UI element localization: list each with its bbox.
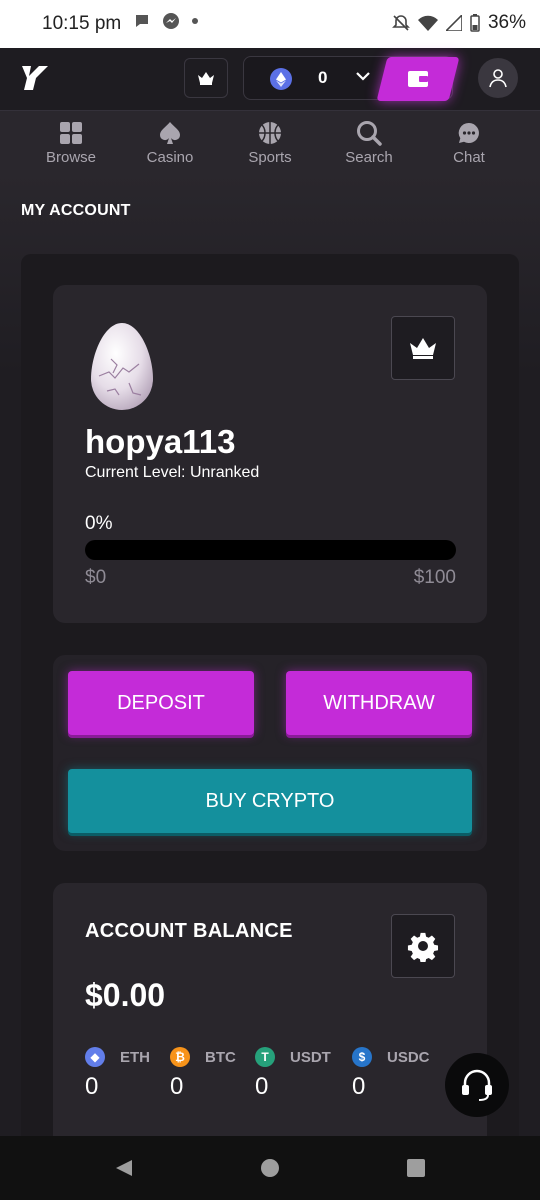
wallet-amount: 0 (318, 68, 328, 87)
wallet-icon (408, 71, 428, 87)
balance-settings-button[interactable] (391, 914, 455, 978)
recents-icon[interactable] (406, 1158, 426, 1178)
support-chat-button[interactable] (445, 1053, 509, 1117)
notification-icons (134, 12, 198, 30)
coin-amount: 0 (170, 1073, 184, 1100)
system-nav-bar (0, 1136, 540, 1200)
chat-bubble-icon (136, 15, 148, 27)
search-icon (357, 121, 382, 146)
gear-icon (407, 932, 439, 962)
current-level: Current Level: Unranked (85, 464, 260, 481)
vip-button[interactable] (184, 58, 228, 98)
nav-sports-label: Sports (248, 149, 292, 166)
messenger-icon (163, 13, 179, 29)
wallet-button[interactable] (376, 57, 460, 101)
coin-amount: 0 (85, 1073, 99, 1100)
user-icon (489, 69, 507, 88)
eth-icon (270, 68, 292, 90)
nav-browse-label: Browse (45, 149, 97, 166)
usdc-icon: $ (352, 1047, 372, 1067)
battery-icon (470, 14, 480, 32)
coin-usdc: $ USDC 0 (352, 1047, 430, 1101)
coin-symbol: USDT (290, 1048, 331, 1066)
coin-symbol: BTC (205, 1048, 236, 1066)
coin-btc: ₿ BTC 0 (170, 1047, 236, 1101)
profile-button[interactable] (478, 58, 518, 98)
actions-card: DEPOSIT WITHDRAW BUY CRYPTO (53, 655, 487, 851)
main-nav: Browse Casino Sports Search Chat (0, 110, 540, 174)
nav-casino-label: Casino (146, 149, 194, 166)
coin-amount: 0 (255, 1073, 269, 1100)
nav-chat-label: Chat (453, 149, 485, 166)
status-bar: 10:15 pm 36% (0, 0, 540, 48)
chevron-down-icon (356, 72, 370, 81)
page-title: MY ACCOUNT (21, 202, 131, 219)
status-right: 36% (392, 12, 526, 34)
chat-icon (458, 122, 479, 143)
usdt-icon: T (255, 1047, 275, 1067)
buy-crypto-button[interactable]: BUY CRYPTO (68, 769, 472, 833)
headset-icon (462, 1069, 492, 1101)
progress-percent: 0% (85, 513, 113, 534)
grid-icon (60, 122, 82, 144)
coin-amount: 0 (352, 1073, 366, 1100)
wifi-icon (417, 15, 438, 31)
brand-logo[interactable] (20, 62, 50, 97)
nav-chat[interactable]: Chat (424, 119, 514, 166)
dot-icon (192, 18, 198, 24)
nav-sports[interactable]: Sports (225, 119, 315, 166)
back-icon[interactable] (114, 1158, 134, 1178)
crown-icon (410, 338, 436, 359)
account-panel: hopya113 Current Level: Unranked 0% $0 $… (21, 254, 519, 1183)
progress-max: $100 (413, 567, 456, 588)
rank-egg-icon (89, 321, 155, 418)
eth-icon: ◆ (85, 1047, 105, 1067)
balance-title: ACCOUNT BALANCE (85, 920, 293, 942)
coin-symbol: USDC (387, 1048, 430, 1066)
home-icon[interactable] (260, 1158, 280, 1178)
page-content: MY ACCOUNT hopya113 Current Level: Unran… (0, 174, 540, 1183)
battery-percent: 36% (487, 12, 526, 33)
nav-search-label: Search (345, 149, 393, 166)
withdraw-button[interactable]: WITHDRAW (286, 671, 472, 735)
coin-usdt: T USDT 0 (255, 1047, 331, 1101)
coin-symbol: ETH (120, 1048, 150, 1066)
btc-icon: ₿ (170, 1047, 190, 1067)
app-header: 0 (0, 48, 540, 110)
signal-icon (445, 15, 462, 31)
spade-icon (160, 122, 180, 144)
balance-total: $0.00 (85, 977, 166, 1013)
bell-muted-icon (392, 15, 410, 31)
level-progress-bar (85, 540, 456, 560)
status-time: 10:15 pm (42, 13, 122, 34)
deposit-button[interactable]: DEPOSIT (68, 671, 254, 735)
nav-browse[interactable]: Browse (26, 119, 116, 166)
basketball-icon (259, 122, 281, 144)
crown-icon (198, 72, 214, 85)
vip-level-button[interactable] (391, 316, 455, 380)
nav-search[interactable]: Search (324, 119, 414, 166)
username: hopya113 (85, 423, 236, 460)
profile-card: hopya113 Current Level: Unranked 0% $0 $… (53, 285, 487, 623)
nav-casino[interactable]: Casino (125, 119, 215, 166)
progress-min: $0 (85, 567, 107, 588)
coin-eth: ◆ ETH 0 (85, 1047, 150, 1101)
